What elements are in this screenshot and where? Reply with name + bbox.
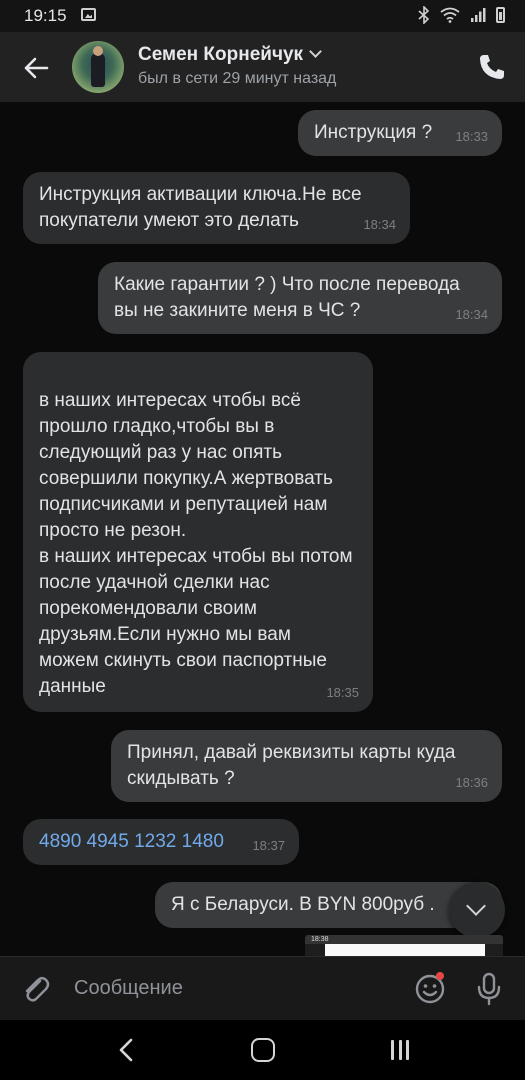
message-outgoing[interactable]: Принял, давай реквизиты карты куда скиды… [111,730,502,802]
avatar[interactable] [72,41,124,93]
message-composer: Сообщение [0,956,525,1020]
nav-back-icon[interactable] [116,1037,136,1063]
battery-icon [496,7,505,23]
message-text: Инструкция ? [314,122,433,143]
signal-icon [471,8,486,22]
attachment-image [325,944,485,956]
message-list[interactable]: Инструкция ? 18:33 Инструкция активации … [0,102,525,956]
bluetooth-icon [418,6,430,24]
status-bar: 19:15 [0,0,525,32]
attachment-status-time: 18:38 [305,935,503,944]
microphone-icon[interactable] [474,971,504,1007]
message-time: 18:34 [363,217,396,232]
status-icons [418,6,505,24]
screenshot-attachment-preview[interactable]: 18:38 [305,935,503,956]
paperclip-icon[interactable] [20,973,50,1005]
notification-dot [436,972,444,980]
message-incoming[interactable]: 4890 4945 1232 1480 18:37 [23,819,299,865]
message-text: Инструкция активации ключа.Не все покупа… [39,184,362,231]
back-arrow-icon[interactable] [18,50,54,86]
chevron-down-icon [309,45,322,58]
message-text: Принял, давай реквизиты карты куда скиды… [127,742,456,789]
phone-icon[interactable] [477,52,507,82]
card-number-link[interactable]: 4890 4945 1232 1480 [39,831,224,852]
nav-recents-icon[interactable] [388,1038,412,1062]
message-input[interactable]: Сообщение [74,977,183,1000]
chat-header: Семен Корнейчук был в сети 29 минут наза… [0,32,525,102]
status-time: 19:15 [24,6,67,25]
message-time: 18:37 [252,838,285,853]
wifi-icon [440,7,460,23]
message-time: 18:33 [455,129,488,144]
avatar-photo [91,46,105,87]
message-incoming[interactable]: в наших интересах чтобы всё прошло гладк… [23,352,373,712]
message-time: 18:36 [455,775,488,790]
message-time: 18:34 [455,307,488,322]
message-time: 18:35 [326,685,359,700]
contact-name-button[interactable]: Семен Корнейчук [138,44,322,66]
message-outgoing[interactable]: Какие гарантии ? ) Что после перевода вы… [98,262,502,334]
message-text: Какие гарантии ? ) Что после перевода вы… [114,274,460,321]
gallery-icon [81,8,96,21]
message-text: в наших интересах чтобы всё прошло гладк… [39,390,353,697]
scroll-down-button[interactable] [449,882,505,938]
nav-home-icon[interactable] [251,1038,275,1062]
message-text: Я с Беларуси. В BYN 800руб . [171,894,435,915]
message-outgoing[interactable]: Инструкция ? 18:33 [298,110,502,156]
contact-name: Семен Корнейчук [138,44,304,65]
message-incoming[interactable]: Инструкция активации ключа.Не все покупа… [23,172,410,244]
contact-last-seen: был в сети 29 минут назад [138,70,337,87]
system-navigation-bar [0,1020,525,1080]
